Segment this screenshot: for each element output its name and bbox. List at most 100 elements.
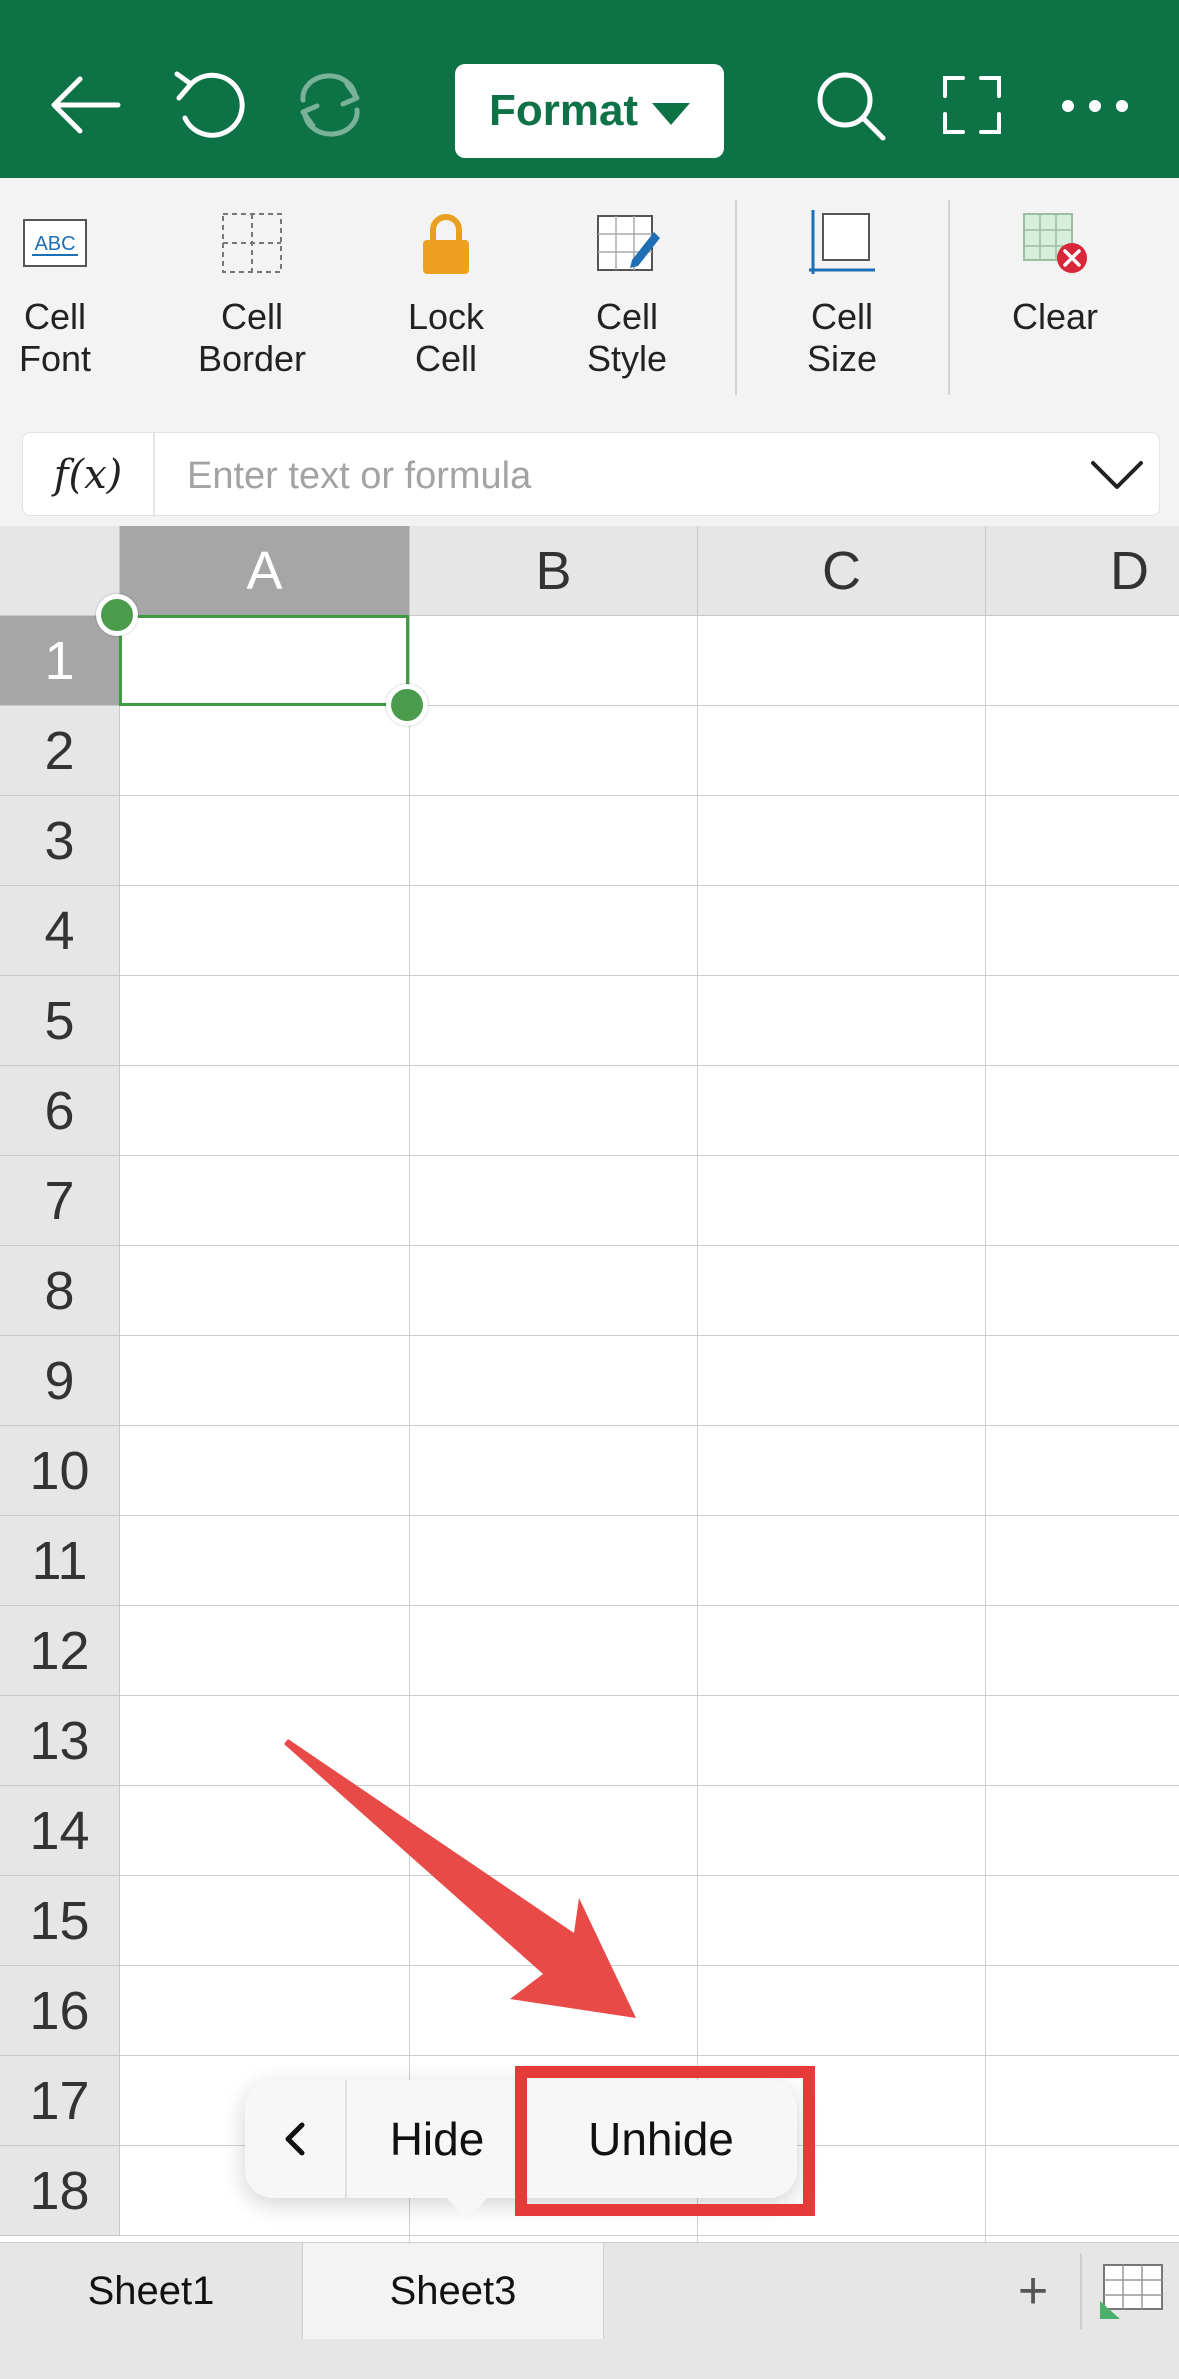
gridline bbox=[120, 1155, 1179, 1156]
row-label: 3 bbox=[44, 810, 75, 871]
fx-label: f(x) bbox=[53, 452, 123, 498]
row-header-6[interactable]: 6 bbox=[0, 1066, 120, 1156]
gridline bbox=[120, 975, 1179, 976]
column-header-a[interactable]: A bbox=[120, 526, 410, 616]
lock-icon bbox=[411, 208, 481, 278]
top-toolbar: Format bbox=[0, 0, 1179, 178]
chevron-down-icon[interactable] bbox=[1089, 453, 1145, 497]
row-header-3[interactable]: 3 bbox=[0, 796, 120, 886]
menu-pointer bbox=[445, 2196, 489, 2220]
row-header-10[interactable]: 10 bbox=[0, 1426, 120, 1516]
gridline bbox=[697, 616, 698, 2242]
row-label: 11 bbox=[31, 1530, 88, 1591]
column-label: D bbox=[1110, 540, 1149, 601]
selected-cell-a1[interactable] bbox=[119, 615, 409, 706]
cell-style-icon bbox=[592, 208, 662, 278]
search-icon[interactable] bbox=[805, 60, 895, 150]
cell-font-button[interactable]: ABC Cell Font bbox=[0, 208, 140, 380]
row-header-2[interactable]: 2 bbox=[0, 706, 120, 796]
format-label: Format bbox=[488, 86, 639, 135]
column-label: C bbox=[822, 540, 861, 601]
row-label: 10 bbox=[29, 1440, 90, 1501]
row-header-9[interactable]: 9 bbox=[0, 1336, 120, 1426]
row-label: 7 bbox=[44, 1170, 75, 1231]
cell-border-icon bbox=[217, 208, 287, 278]
add-sheet-button[interactable]: + bbox=[1000, 2251, 1066, 2331]
row-header-18[interactable]: 18 bbox=[0, 2146, 120, 2236]
gridline bbox=[120, 1245, 1179, 1246]
svg-text:ABC: ABC bbox=[34, 233, 75, 255]
format-ribbon: ABC Cell Font Cell Border Lock Cell Cell… bbox=[0, 178, 1179, 422]
column-header-d[interactable]: D bbox=[986, 526, 1179, 616]
gridline bbox=[120, 1425, 1179, 1426]
row-header-13[interactable]: 13 bbox=[0, 1696, 120, 1786]
row-header-11[interactable]: 11 bbox=[0, 1516, 120, 1606]
column-label: B bbox=[535, 540, 572, 601]
row-label: 5 bbox=[44, 990, 75, 1051]
row-header-15[interactable]: 15 bbox=[0, 1876, 120, 1966]
row-header-14[interactable]: 14 bbox=[0, 1786, 120, 1876]
row-label: 12 bbox=[29, 1620, 90, 1681]
row-header-17[interactable]: 17 bbox=[0, 2056, 120, 2146]
cell-style-label: Cell Style bbox=[586, 296, 668, 379]
fullscreen-icon[interactable] bbox=[927, 60, 1017, 150]
row-header-4[interactable]: 4 bbox=[0, 886, 120, 976]
gridline bbox=[120, 885, 1179, 886]
more-icon[interactable] bbox=[1050, 60, 1140, 150]
row-header-5[interactable]: 5 bbox=[0, 976, 120, 1066]
cell-size-button[interactable]: Cell Size bbox=[757, 208, 927, 380]
red-arrow-icon bbox=[284, 1739, 636, 2018]
row-label: 8 bbox=[44, 1260, 75, 1321]
hide-button[interactable]: Hide bbox=[347, 2080, 527, 2198]
tab-divider bbox=[1080, 2253, 1082, 2329]
ribbon-divider bbox=[735, 200, 737, 395]
row-header-12[interactable]: 12 bbox=[0, 1606, 120, 1696]
lock-cell-label: Lock Cell bbox=[407, 296, 485, 379]
gridline bbox=[120, 2055, 1179, 2056]
formula-bar[interactable]: f(x) Enter text or formula bbox=[22, 432, 1160, 517]
column-header-b[interactable]: B bbox=[410, 526, 698, 616]
sheet-tab-bar: Sheet1 Sheet3 + bbox=[0, 2242, 1179, 2379]
selection-handle-bottom-right[interactable] bbox=[386, 684, 428, 726]
formula-input[interactable]: Enter text or formula bbox=[187, 455, 531, 498]
row-label: 6 bbox=[44, 1080, 75, 1141]
format-menu-button[interactable]: Format bbox=[455, 64, 724, 158]
gridline bbox=[120, 1335, 1179, 1336]
row-label: 4 bbox=[44, 900, 75, 961]
row-label: 9 bbox=[44, 1350, 75, 1411]
lock-cell-button[interactable]: Lock Cell bbox=[361, 208, 531, 380]
row-header-16[interactable]: 16 bbox=[0, 1966, 120, 2056]
gridline bbox=[120, 795, 1179, 796]
menu-back-button[interactable] bbox=[245, 2080, 345, 2198]
back-arrow-icon[interactable] bbox=[40, 60, 130, 150]
row-header-8[interactable]: 8 bbox=[0, 1246, 120, 1336]
tab-sheet3[interactable]: Sheet3 bbox=[302, 2243, 604, 2339]
cell-border-button[interactable]: Cell Border bbox=[167, 208, 337, 380]
cell-font-icon: ABC bbox=[20, 208, 90, 278]
redo-icon[interactable] bbox=[285, 60, 375, 150]
undo-icon[interactable] bbox=[163, 60, 253, 150]
row-header-7[interactable]: 7 bbox=[0, 1156, 120, 1246]
gridline bbox=[120, 1515, 1179, 1516]
fx-button[interactable]: f(x) bbox=[23, 433, 155, 517]
cell-size-label: Cell Size bbox=[806, 296, 878, 379]
gridline bbox=[120, 2235, 1179, 2236]
tab-sheet1[interactable]: Sheet1 bbox=[0, 2243, 302, 2339]
ribbon-divider bbox=[948, 200, 950, 395]
clear-label: Clear bbox=[1011, 296, 1099, 337]
formula-bar-area: f(x) Enter text or formula bbox=[0, 422, 1179, 526]
row-label: 2 bbox=[44, 720, 75, 781]
selection-handle-top-left[interactable] bbox=[96, 594, 138, 636]
row-label: 16 bbox=[29, 1980, 90, 2041]
cell-border-label: Cell Border bbox=[197, 296, 307, 379]
caret-down-icon bbox=[652, 103, 691, 125]
cell-font-label: Cell Font bbox=[18, 296, 92, 379]
row-label: 1 bbox=[44, 630, 75, 691]
gridlines-toggle-icon[interactable] bbox=[1096, 2261, 1166, 2323]
row-label: 13 bbox=[29, 1710, 90, 1771]
chevron-left-icon bbox=[285, 2122, 305, 2156]
clear-button[interactable]: Clear bbox=[970, 208, 1140, 338]
column-header-c[interactable]: C bbox=[698, 526, 986, 616]
gridline bbox=[120, 1065, 1179, 1066]
cell-style-button[interactable]: Cell Style bbox=[542, 208, 712, 380]
